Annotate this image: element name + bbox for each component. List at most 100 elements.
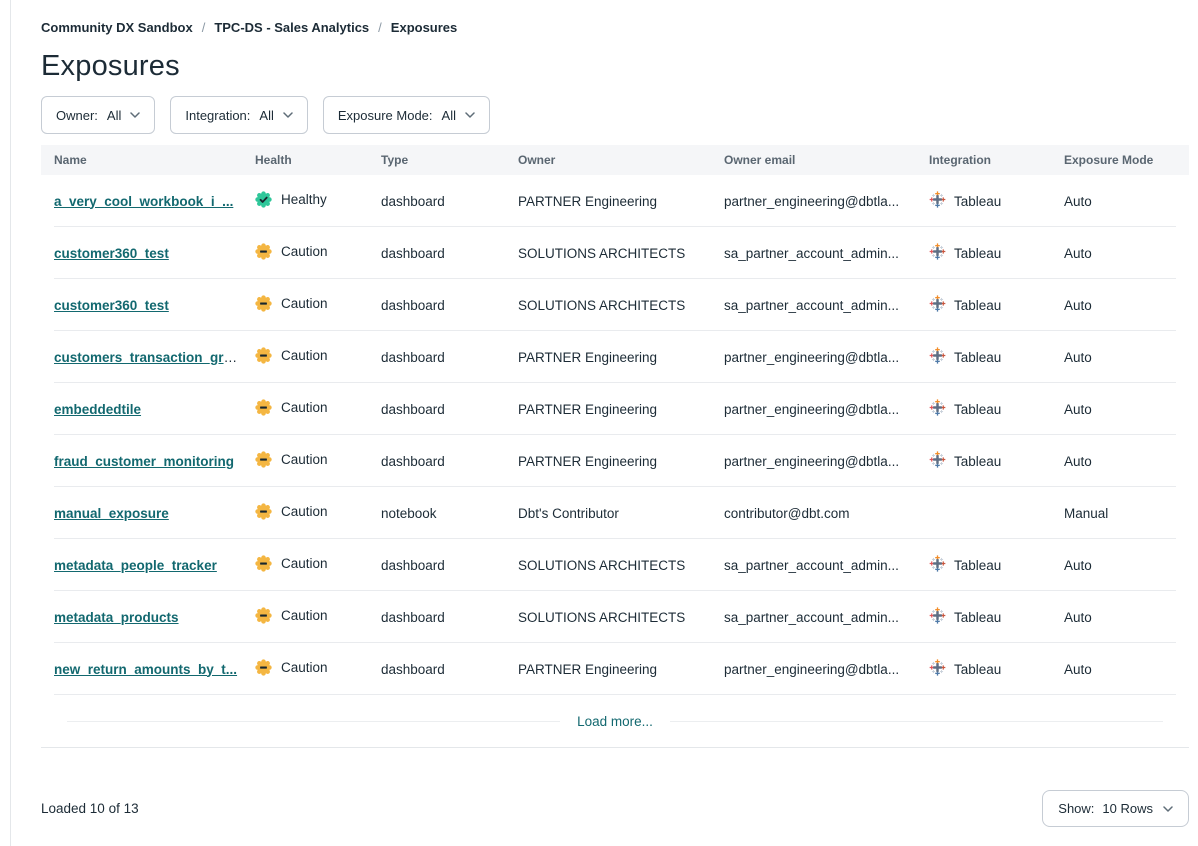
exposure-type: dashboard xyxy=(381,246,518,261)
exposure-name-link[interactable]: metadata_people_tracker xyxy=(54,558,217,573)
exposure-owner-email: contributor@dbt.com xyxy=(724,506,929,521)
tableau-icon xyxy=(929,295,946,315)
tableau-icon xyxy=(929,555,946,575)
exposure-type: dashboard xyxy=(381,662,518,677)
integration-name: Tableau xyxy=(954,350,1001,365)
integration-name: Tableau xyxy=(954,662,1001,677)
exposure-owner-email: partner_engineering@dbtla... xyxy=(724,194,929,209)
exposure-owner: SOLUTIONS ARCHITECTS xyxy=(518,610,724,625)
integration-cell: Tableau xyxy=(929,243,1001,263)
column-header-exposure-mode: Exposure Mode xyxy=(1064,153,1189,167)
health-status-label: Caution xyxy=(281,504,328,519)
table-row: metadata_people_tracker xyxy=(41,539,1189,591)
exposure-mode: Auto xyxy=(1064,298,1189,313)
integration-cell: Tableau xyxy=(929,607,1001,627)
health-status-label: Caution xyxy=(281,244,328,259)
exposure-mode-filter-label: Exposure Mode: xyxy=(338,108,433,123)
exposure-name-link[interactable]: customers_transaction_gro... xyxy=(54,350,243,365)
exposure-name-link[interactable]: fraud_customer_monitoring xyxy=(54,454,234,469)
health-status-icon xyxy=(255,555,272,572)
breadcrumb-project[interactable]: Community DX Sandbox xyxy=(41,20,193,35)
integration-name: Tableau xyxy=(954,610,1001,625)
breadcrumb-separator: / xyxy=(378,20,382,35)
exposure-name-link[interactable]: new_return_amounts_by_t... xyxy=(54,662,237,677)
table-row: a_very_cool_workbook_i_... xyxy=(41,175,1189,227)
exposure-owner-email: partner_engineering@dbtla... xyxy=(724,402,929,417)
table-body: a_very_cool_workbook_i_... xyxy=(41,175,1189,695)
integration-filter-value: All xyxy=(259,108,273,123)
exposure-owner: Dbt's Contributor xyxy=(518,506,724,521)
exposure-type: dashboard xyxy=(381,454,518,469)
exposures-table: Name Health Type Owner Owner email Integ… xyxy=(41,145,1189,748)
health-status-label: Healthy xyxy=(281,192,327,207)
table-header-row: Name Health Type Owner Owner email Integ… xyxy=(41,145,1189,175)
rows-per-page-dropdown[interactable]: Show: 10 Rows xyxy=(1042,790,1189,827)
table-row: new_return_amounts_by_t... xyxy=(41,643,1189,695)
integration-filter-label: Integration: xyxy=(185,108,250,123)
health-status-badge: Caution xyxy=(255,399,328,416)
tableau-icon xyxy=(929,607,946,627)
health-status-badge: Healthy xyxy=(255,191,327,208)
exposure-owner-email: partner_engineering@dbtla... xyxy=(724,350,929,365)
table-footer: Loaded 10 of 13 Show: 10 Rows xyxy=(41,790,1189,827)
exposure-type: dashboard xyxy=(381,402,518,417)
integration-name: Tableau xyxy=(954,402,1001,417)
tableau-icon xyxy=(929,399,946,419)
breadcrumb-environment[interactable]: TPC-DS - Sales Analytics xyxy=(214,20,369,35)
health-status-badge: Caution xyxy=(255,451,328,468)
exposure-name-link[interactable]: embeddedtile xyxy=(54,402,141,417)
exposure-owner: PARTNER Engineering xyxy=(518,194,724,209)
exposure-type: dashboard xyxy=(381,194,518,209)
exposures-page: Community DX Sandbox / TPC-DS - Sales An… xyxy=(10,0,1198,846)
exposure-name-link[interactable]: customer360_test xyxy=(54,298,169,313)
health-status-label: Caution xyxy=(281,400,328,415)
exposure-mode-filter-dropdown[interactable]: Exposure Mode: All xyxy=(323,96,490,134)
tableau-icon xyxy=(929,451,946,471)
load-more-link[interactable]: Load more... xyxy=(560,714,670,729)
health-status-icon xyxy=(255,399,272,416)
health-status-badge: Caution xyxy=(255,659,328,676)
integration-filter-dropdown[interactable]: Integration: All xyxy=(170,96,308,134)
load-more-row: Load more... xyxy=(41,695,1189,747)
health-status-label: Caution xyxy=(281,660,328,675)
exposure-type: dashboard xyxy=(381,350,518,365)
tableau-icon xyxy=(929,347,946,367)
integration-cell: Tableau xyxy=(929,347,1001,367)
exposure-mode: Auto xyxy=(1064,350,1189,365)
owner-filter-dropdown[interactable]: Owner: All xyxy=(41,96,155,134)
exposure-mode-filter-value: All xyxy=(442,108,456,123)
show-label: Show: xyxy=(1058,801,1094,816)
exposure-type: dashboard xyxy=(381,558,518,573)
health-status-icon xyxy=(255,659,272,676)
exposure-owner: SOLUTIONS ARCHITECTS xyxy=(518,298,724,313)
exposure-name-link[interactable]: manual_exposure xyxy=(54,506,169,521)
breadcrumb-separator: / xyxy=(202,20,206,35)
integration-name: Tableau xyxy=(954,454,1001,469)
exposure-name-link[interactable]: customer360_test xyxy=(54,246,169,261)
filter-bar: Owner: All Integration: All Exposure Mod… xyxy=(41,96,1188,134)
exposure-mode: Manual xyxy=(1064,506,1189,521)
column-header-type: Type xyxy=(381,153,518,167)
exposure-owner: PARTNER Engineering xyxy=(518,454,724,469)
health-status-badge: Caution xyxy=(255,555,328,572)
health-status-badge: Caution xyxy=(255,503,328,520)
health-status-badge: Caution xyxy=(255,347,328,364)
health-status-label: Caution xyxy=(281,608,328,623)
integration-name: Tableau xyxy=(954,246,1001,261)
health-status-icon xyxy=(255,347,272,364)
exposure-name-link[interactable]: metadata_products xyxy=(54,610,179,625)
column-header-owner: Owner xyxy=(518,153,724,167)
breadcrumb-current: Exposures xyxy=(391,20,457,35)
exposure-owner-email: sa_partner_account_admin... xyxy=(724,558,929,573)
exposure-owner: PARTNER Engineering xyxy=(518,350,724,365)
health-status-icon xyxy=(255,451,272,468)
exposure-name-link[interactable]: a_very_cool_workbook_i_... xyxy=(54,194,233,209)
exposure-type: dashboard xyxy=(381,610,518,625)
exposure-owner-email: sa_partner_account_admin... xyxy=(724,246,929,261)
integration-name: Tableau xyxy=(954,194,1001,209)
exposure-type: dashboard xyxy=(381,298,518,313)
health-status-badge: Caution xyxy=(255,607,328,624)
owner-filter-label: Owner: xyxy=(56,108,98,123)
page-title: Exposures xyxy=(41,50,1188,83)
table-row: embeddedtile xyxy=(41,383,1189,435)
